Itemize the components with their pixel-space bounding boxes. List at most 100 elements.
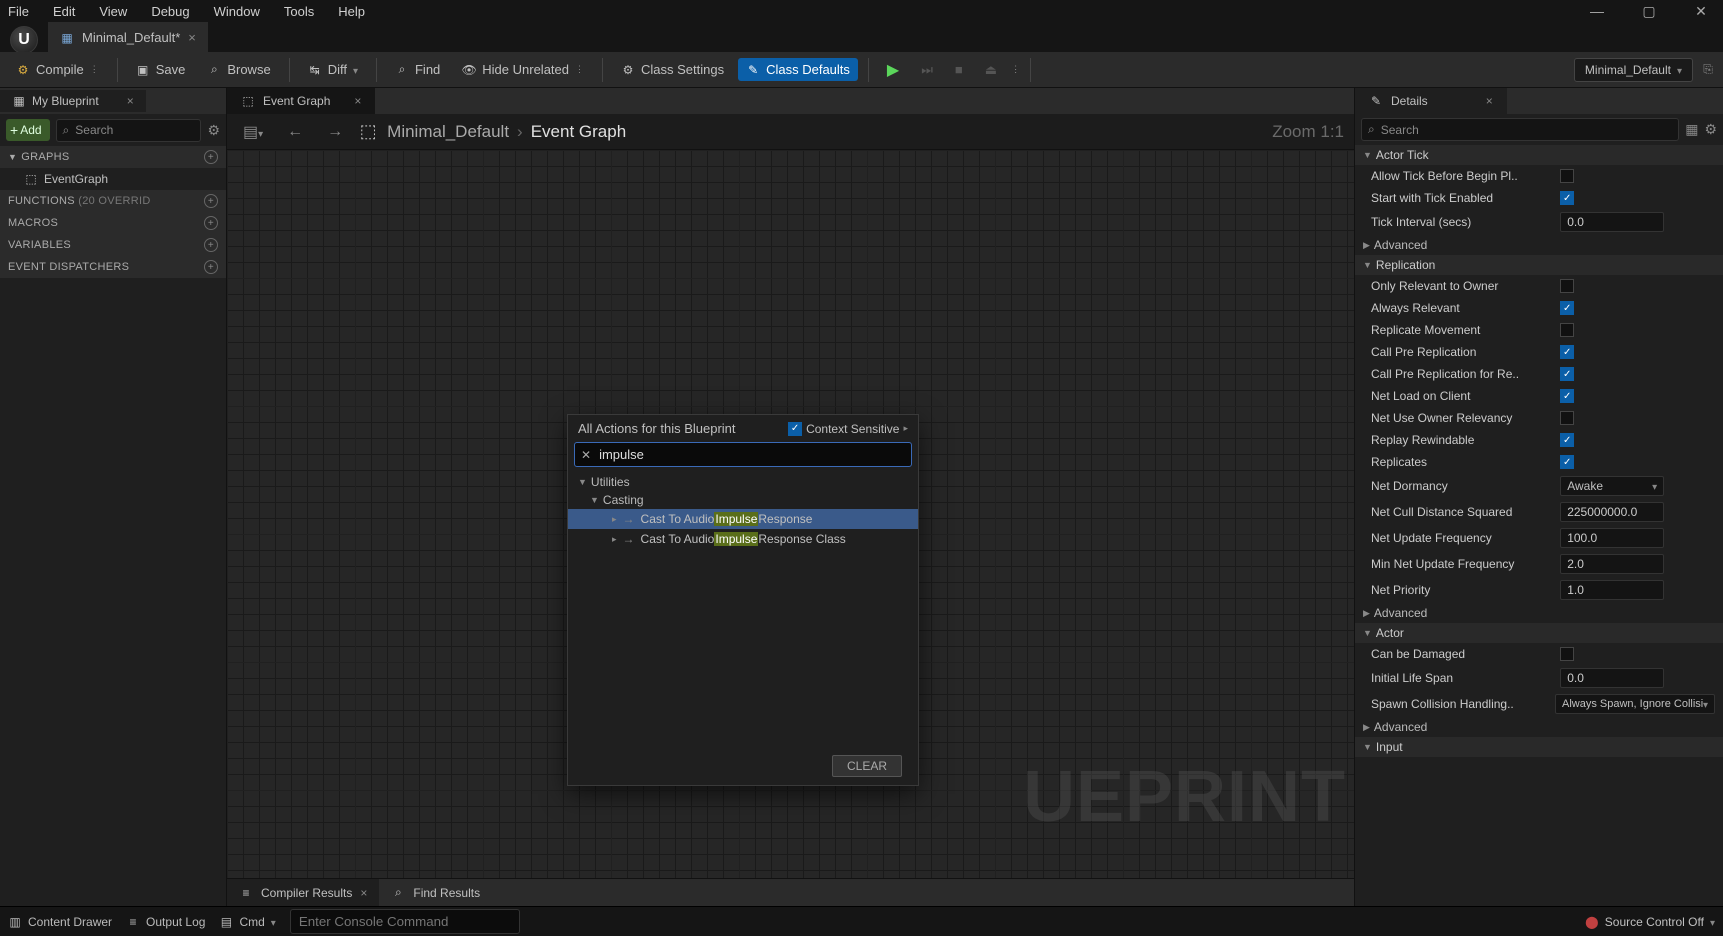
play-button[interactable]: ▶ (879, 56, 907, 84)
menu-help[interactable]: Help (338, 4, 365, 19)
console-input[interactable] (290, 909, 520, 934)
hide-unrelated-button[interactable]: 👁Hide Unrelated⋮ (454, 58, 592, 81)
section-macros[interactable]: MACROS+ (0, 212, 226, 234)
section-dispatchers[interactable]: EVENT DISPATCHERS+ (0, 256, 226, 278)
prop-allow-tick: Allow Tick Before Begin Pl.. (1371, 169, 1560, 183)
eject-button[interactable]: ⏏ (977, 58, 1005, 82)
advanced-replication[interactable]: ▶Advanced (1355, 603, 1723, 623)
close-panel-icon[interactable]: × (127, 94, 134, 108)
tab-find-results[interactable]: ⌕Find Results (379, 879, 492, 906)
menu-debug[interactable]: Debug (151, 4, 189, 19)
class-defaults-button[interactable]: ✎Class Defaults (738, 58, 858, 81)
advanced-actor[interactable]: ▶Advanced (1355, 717, 1723, 737)
popup-search-field[interactable] (599, 447, 905, 462)
net-upd-input[interactable]: 100.0 (1560, 528, 1664, 548)
breadcrumb-leaf[interactable]: Event Graph (531, 122, 626, 142)
graph-menu-icon[interactable]: ▤ (237, 120, 269, 144)
content-drawer-button[interactable]: ▥Content Drawer (8, 915, 112, 929)
add-button[interactable]: +Add (6, 119, 50, 141)
tick-interval-input[interactable]: 0.0 (1560, 212, 1664, 232)
section-input[interactable]: ▼Input (1355, 737, 1723, 757)
details-tab[interactable]: ✎Details× (1355, 88, 1507, 114)
add-macro-icon[interactable]: + (204, 216, 218, 230)
always-relevant-checkbox[interactable]: ✓ (1560, 301, 1574, 315)
graph-item-eventgraph[interactable]: ⬚EventGraph (0, 168, 226, 190)
debug-object-dropdown[interactable]: Minimal_Default (1574, 58, 1693, 82)
net-owner-checkbox[interactable] (1560, 411, 1574, 425)
clear-search-icon[interactable]: ✕ (581, 448, 591, 462)
find-button[interactable]: ⌕Find (387, 58, 448, 81)
call-pre-re-checkbox[interactable]: ✓ (1560, 367, 1574, 381)
settings-gear-icon[interactable]: ⚙ (207, 122, 220, 139)
nav-back-icon[interactable]: ← (281, 121, 309, 143)
tab-compiler-results[interactable]: ≡Compiler Results× (227, 879, 379, 906)
source-control-label[interactable]: Source Control Off (1605, 915, 1704, 929)
allow-tick-checkbox[interactable] (1560, 169, 1574, 183)
diff-button[interactable]: ↹Diff (300, 58, 366, 81)
browse-button[interactable]: ⌕Browse (199, 58, 278, 81)
graph-canvas[interactable]: UEPRINT All Actions for this Blueprint ✓… (227, 150, 1354, 878)
section-variables[interactable]: VARIABLES+ (0, 234, 226, 256)
details-matrix-icon[interactable]: ▦ (1685, 121, 1698, 138)
menu-edit[interactable]: Edit (53, 4, 75, 19)
section-replication[interactable]: ▼Replication (1355, 255, 1723, 275)
popup-search-input[interactable]: ✕ (574, 442, 912, 467)
menu-file[interactable]: File (8, 4, 29, 19)
min-net-upd-input[interactable]: 2.0 (1560, 554, 1664, 574)
menu-window[interactable]: Window (214, 4, 260, 19)
spawn-handling-combo[interactable]: Always Spawn, Ignore Collisions (1555, 694, 1715, 714)
breadcrumb-root[interactable]: Minimal_Default (387, 122, 509, 142)
add-variable-icon[interactable]: + (204, 238, 218, 252)
net-load-checkbox[interactable]: ✓ (1560, 389, 1574, 403)
net-dormancy-combo[interactable]: Awake (1560, 476, 1664, 496)
details-search[interactable]: ⌕Search (1361, 118, 1679, 141)
play-options-icon[interactable]: ⋮ (1011, 64, 1020, 75)
action-cast-impulse-response-class[interactable]: ▸→ Cast To AudioImpulseResponse Class (568, 529, 918, 549)
my-blueprint-search[interactable]: ⌕Search (56, 119, 202, 142)
class-settings-button[interactable]: ⚙Class Settings (613, 58, 732, 81)
cmd-dropdown[interactable]: ▤Cmd (219, 915, 275, 929)
section-functions[interactable]: FUNCTIONS (20 OVERRID+ (0, 190, 226, 212)
rep-move-checkbox[interactable] (1560, 323, 1574, 337)
nav-forward-icon[interactable]: → (321, 121, 349, 143)
my-blueprint-tab[interactable]: ▦ My Blueprint × (0, 90, 146, 112)
save-button[interactable]: ▣Save (128, 58, 194, 81)
add-dispatcher-icon[interactable]: + (204, 260, 218, 274)
section-actor[interactable]: ▼Actor (1355, 623, 1723, 643)
menu-view[interactable]: View (99, 4, 127, 19)
output-log-button[interactable]: ≡Output Log (126, 915, 205, 929)
group-utilities[interactable]: ▼Utilities (568, 473, 918, 491)
compile-button[interactable]: ⚙Compile⋮ (8, 58, 107, 81)
replay-checkbox[interactable]: ✓ (1560, 433, 1574, 447)
replicates-checkbox[interactable]: ✓ (1560, 455, 1574, 469)
net-pri-input[interactable]: 1.0 (1560, 580, 1664, 600)
add-graph-icon[interactable]: + (204, 150, 218, 164)
minimize-icon[interactable]: — (1583, 1, 1611, 21)
call-pre-checkbox[interactable]: ✓ (1560, 345, 1574, 359)
start-tick-checkbox[interactable]: ✓ (1560, 191, 1574, 205)
can-damage-checkbox[interactable] (1560, 647, 1574, 661)
close-tab-icon[interactable]: × (188, 30, 196, 45)
details-settings-icon[interactable]: ⚙ (1704, 121, 1717, 138)
life-span-input[interactable]: 0.0 (1560, 668, 1664, 688)
menu-tools[interactable]: Tools (284, 4, 314, 19)
step-button[interactable]: ⏭ (913, 58, 941, 82)
tab-event-graph[interactable]: ⬚ Event Graph × (227, 88, 375, 114)
add-function-icon[interactable]: + (204, 194, 218, 208)
context-sensitive-toggle[interactable]: ✓ Context Sensitive ▸ (788, 422, 908, 436)
clear-button[interactable]: CLEAR (832, 755, 902, 777)
action-cast-impulse-response[interactable]: ▸→ Cast To AudioImpulseResponse (568, 509, 918, 529)
close-icon[interactable]: ✕ (1687, 1, 1715, 21)
section-graphs[interactable]: ▼GRAPHS+ (0, 146, 226, 168)
net-cull-input[interactable]: 225000000.0 (1560, 502, 1664, 522)
only-owner-checkbox[interactable] (1560, 279, 1574, 293)
advanced-actor-tick[interactable]: ▶Advanced (1355, 235, 1723, 255)
document-tab[interactable]: ▦ Minimal_Default* × (48, 22, 208, 52)
stop-button[interactable]: ■ (947, 58, 971, 81)
locate-icon[interactable]: ⎘ (1701, 63, 1715, 77)
section-actor-tick[interactable]: ▼Actor Tick (1355, 145, 1723, 165)
context-checkbox[interactable]: ✓ (788, 422, 802, 436)
maximize-icon[interactable]: ▢ (1635, 1, 1663, 21)
group-casting[interactable]: ▼Casting (568, 491, 918, 509)
close-event-graph-icon[interactable]: × (354, 94, 361, 108)
